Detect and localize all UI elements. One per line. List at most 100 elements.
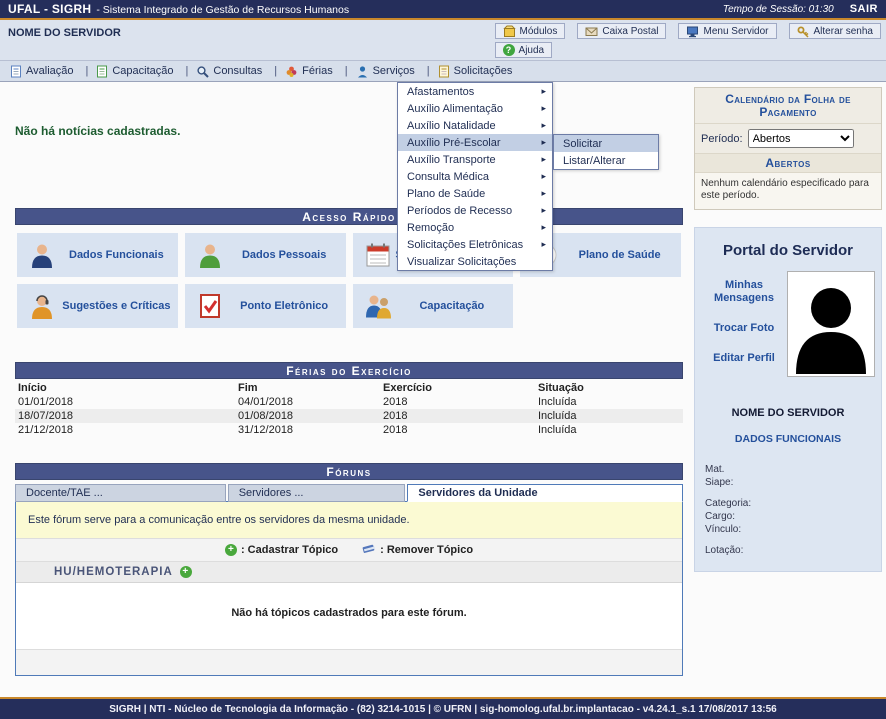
main-column: Não há notícias cadastradas. Acesso Rápi…: [15, 82, 683, 676]
dropdown-item-label: Solicitações Eletrônicas: [407, 239, 523, 251]
quick-access-tiles: Dados Funcionais Dados Pessoais Solicita…: [15, 225, 683, 336]
cadastrar-topico-label: : Cadastrar Tópico: [241, 544, 338, 556]
period-select[interactable]: Abertos: [748, 129, 854, 148]
table-cell: 2018: [380, 409, 535, 423]
menu-item-label: Férias: [302, 65, 333, 77]
dropdown-item-consulta-medica[interactable]: Consulta Médica▸: [398, 168, 552, 185]
menu-servidor-button[interactable]: Menu Servidor: [678, 23, 776, 39]
remove-topic-icon: [362, 542, 376, 558]
user-bar: NOME DO SERVIDOR Módulos Caixa Postal Me…: [0, 20, 886, 60]
dropdown-item-label: Plano de Saúde: [407, 188, 485, 200]
logout-link[interactable]: SAIR: [850, 3, 878, 15]
submenu-item-listar-alterar[interactable]: Listar/Alterar: [554, 152, 658, 169]
modules-button[interactable]: Módulos: [495, 23, 566, 39]
dropdown-item-label: Auxílio Transporte: [407, 154, 496, 166]
menu-item-solicitacoes[interactable]: Solicitações: [438, 65, 513, 78]
dropdown-item-remocao[interactable]: Remoção▸: [398, 219, 552, 236]
column-header: Situação: [535, 381, 683, 395]
checklist-icon: [193, 293, 227, 319]
submenu-arrow-icon: ▸: [541, 137, 546, 148]
portal-links: Minhas Mensagens Trocar Foto Editar Perf…: [701, 271, 787, 377]
change-password-button[interactable]: Alterar senha: [789, 23, 881, 39]
user-name: NOME DO SERVIDOR: [8, 27, 121, 39]
payroll-calendar-title: Calendário da Folha de Pagamento: [695, 88, 881, 124]
help-icon: ?: [503, 44, 515, 56]
table-cell: 01/08/2018: [235, 409, 380, 423]
menu-item-label: Avaliação: [26, 65, 74, 77]
dropdown-item-solicitacoes-eletronicas[interactable]: Solicitações Eletrônicas▸: [398, 236, 552, 253]
ferias-header-row: Início Fim Exercício Situação: [15, 381, 683, 395]
add-topic-icon: +: [225, 544, 237, 556]
trocar-foto-link[interactable]: Trocar Foto: [707, 322, 781, 335]
quick-access-panel: Acesso Rápido Dados Funcionais Dados Pes…: [15, 208, 683, 336]
dropdown-item-plano-de-saude[interactable]: Plano de Saúde▸: [398, 185, 552, 202]
menu-servidor-button-label: Menu Servidor: [703, 26, 768, 37]
menu-item-label: Consultas: [213, 65, 262, 77]
person-dark-icon: [25, 242, 59, 268]
column-header: Exercício: [380, 381, 535, 395]
forum-tabs: Docente/TAE ... Servidores ... Servidore…: [15, 484, 683, 502]
tile-dados-pessoais[interactable]: Dados Pessoais: [185, 233, 346, 277]
table-cell: Incluída: [535, 395, 683, 409]
portal-links-photo-row: Minhas Mensagens Trocar Foto Editar Perf…: [695, 271, 881, 377]
tile-capacitacao[interactable]: Capacitação: [353, 284, 514, 328]
editar-perfil-link[interactable]: Editar Perfil: [707, 352, 781, 365]
field-label: Mat.: [705, 463, 881, 476]
tile-label: Capacitação: [395, 300, 510, 313]
dropdown-item-afastamentos[interactable]: Afastamentos ▸: [398, 83, 552, 100]
table-cell: 18/07/2018: [15, 409, 235, 423]
submenu-arrow-icon: ▸: [541, 222, 546, 233]
table-cell: 01/01/2018: [15, 395, 235, 409]
menu-item-ferias[interactable]: Férias: [285, 65, 355, 78]
mailbox-button[interactable]: Caixa Postal: [577, 23, 666, 39]
dropdown-item-auxilio-natalidade[interactable]: Auxílio Natalidade ▸: [398, 117, 552, 134]
menu-item-capacitacao[interactable]: Capacitação: [96, 65, 196, 78]
ferias-panel: Férias do Exercício Início Fim Exercício…: [15, 362, 683, 437]
help-button[interactable]: ? Ajuda: [495, 42, 553, 58]
app-subtitle: - Sistema Integrado de Gestão de Recurso…: [96, 4, 349, 16]
submenu-item-label: Solicitar: [563, 138, 602, 150]
ferias-table: Início Fim Exercício Situação 01/01/2018…: [15, 381, 683, 437]
tile-dados-funcionais[interactable]: Dados Funcionais: [17, 233, 178, 277]
dropdown-item-label: Auxílio Alimentação: [407, 103, 503, 115]
minhas-mensagens-link[interactable]: Minhas Mensagens: [707, 279, 781, 305]
dropdown-item-label: Afastamentos: [407, 86, 474, 98]
dropdown-item-auxilio-transporte[interactable]: Auxílio Transporte▸: [398, 151, 552, 168]
menu-item-avaliacao[interactable]: Avaliação: [10, 65, 96, 78]
submenu-arrow-icon: ▸: [541, 86, 546, 97]
dropdown-item-visualizar-solicitacoes[interactable]: Visualizar Solicitações: [398, 253, 552, 270]
table-cell: 31/12/2018: [235, 423, 380, 437]
menu-item-consultas[interactable]: Consultas: [196, 65, 285, 78]
dropdown-item-label: Auxílio Natalidade: [407, 120, 496, 132]
tab-servidores-da-unidade[interactable]: Servidores da Unidade: [407, 484, 683, 502]
solicitacoes-dropdown-menu: Afastamentos▸ Auxílio Alimentação▸ Auxíl…: [397, 82, 553, 271]
tile-ponto-eletronico[interactable]: Ponto Eletrônico: [185, 284, 346, 328]
dropdown-item-auxilio-alimentacao[interactable]: Auxílio Alimentação▸: [398, 100, 552, 117]
cadastrar-topico-action[interactable]: + : Cadastrar Tópico: [225, 544, 338, 556]
tab-docente-tae[interactable]: Docente/TAE ...: [15, 484, 226, 502]
auxilio-pre-escolar-submenu: Solicitar Listar/Alterar: [553, 134, 659, 170]
menu-item-label: Solicitações: [454, 65, 513, 77]
table-row: 21/12/2018 31/12/2018 2018 Incluída: [15, 423, 683, 437]
tile-label: Ponto Eletrônico: [227, 300, 342, 313]
userbar-buttons: Módulos Caixa Postal Menu Servidor Alter…: [495, 23, 881, 58]
add-topic-icon[interactable]: +: [180, 566, 192, 578]
headset-person-icon: [25, 293, 59, 319]
capacitacao-icon: [96, 65, 108, 78]
remover-topico-action[interactable]: : Remover Tópico: [362, 542, 473, 558]
dropdown-item-periodos-de-recesso[interactable]: Períodos de Recesso▸: [398, 202, 552, 219]
dropdown-item-label: Visualizar Solicitações: [407, 256, 516, 268]
forum-empty-message: Não há tópicos cadastrados para este fór…: [16, 583, 682, 649]
menu-item-servicos[interactable]: Serviços: [356, 65, 438, 78]
calendar-section-title: Abertos: [695, 153, 881, 173]
period-row: Período: Abertos: [695, 124, 881, 153]
tab-servidores[interactable]: Servidores ...: [228, 484, 406, 502]
dropdown-item-auxilio-pre-escolar[interactable]: Auxílio Pré-Escolar▸: [398, 134, 552, 151]
solicitacoes-icon: [438, 65, 450, 78]
userbar-buttons-row2: ? Ajuda: [495, 42, 553, 58]
tile-sugestoes-criticas[interactable]: Sugestões e Críticas: [17, 284, 178, 328]
submenu-item-solicitar[interactable]: Solicitar: [554, 135, 658, 152]
remover-topico-label: : Remover Tópico: [380, 544, 473, 556]
submenu-arrow-icon: ▸: [541, 120, 546, 131]
tile-label: Dados Pessoais: [227, 249, 342, 262]
